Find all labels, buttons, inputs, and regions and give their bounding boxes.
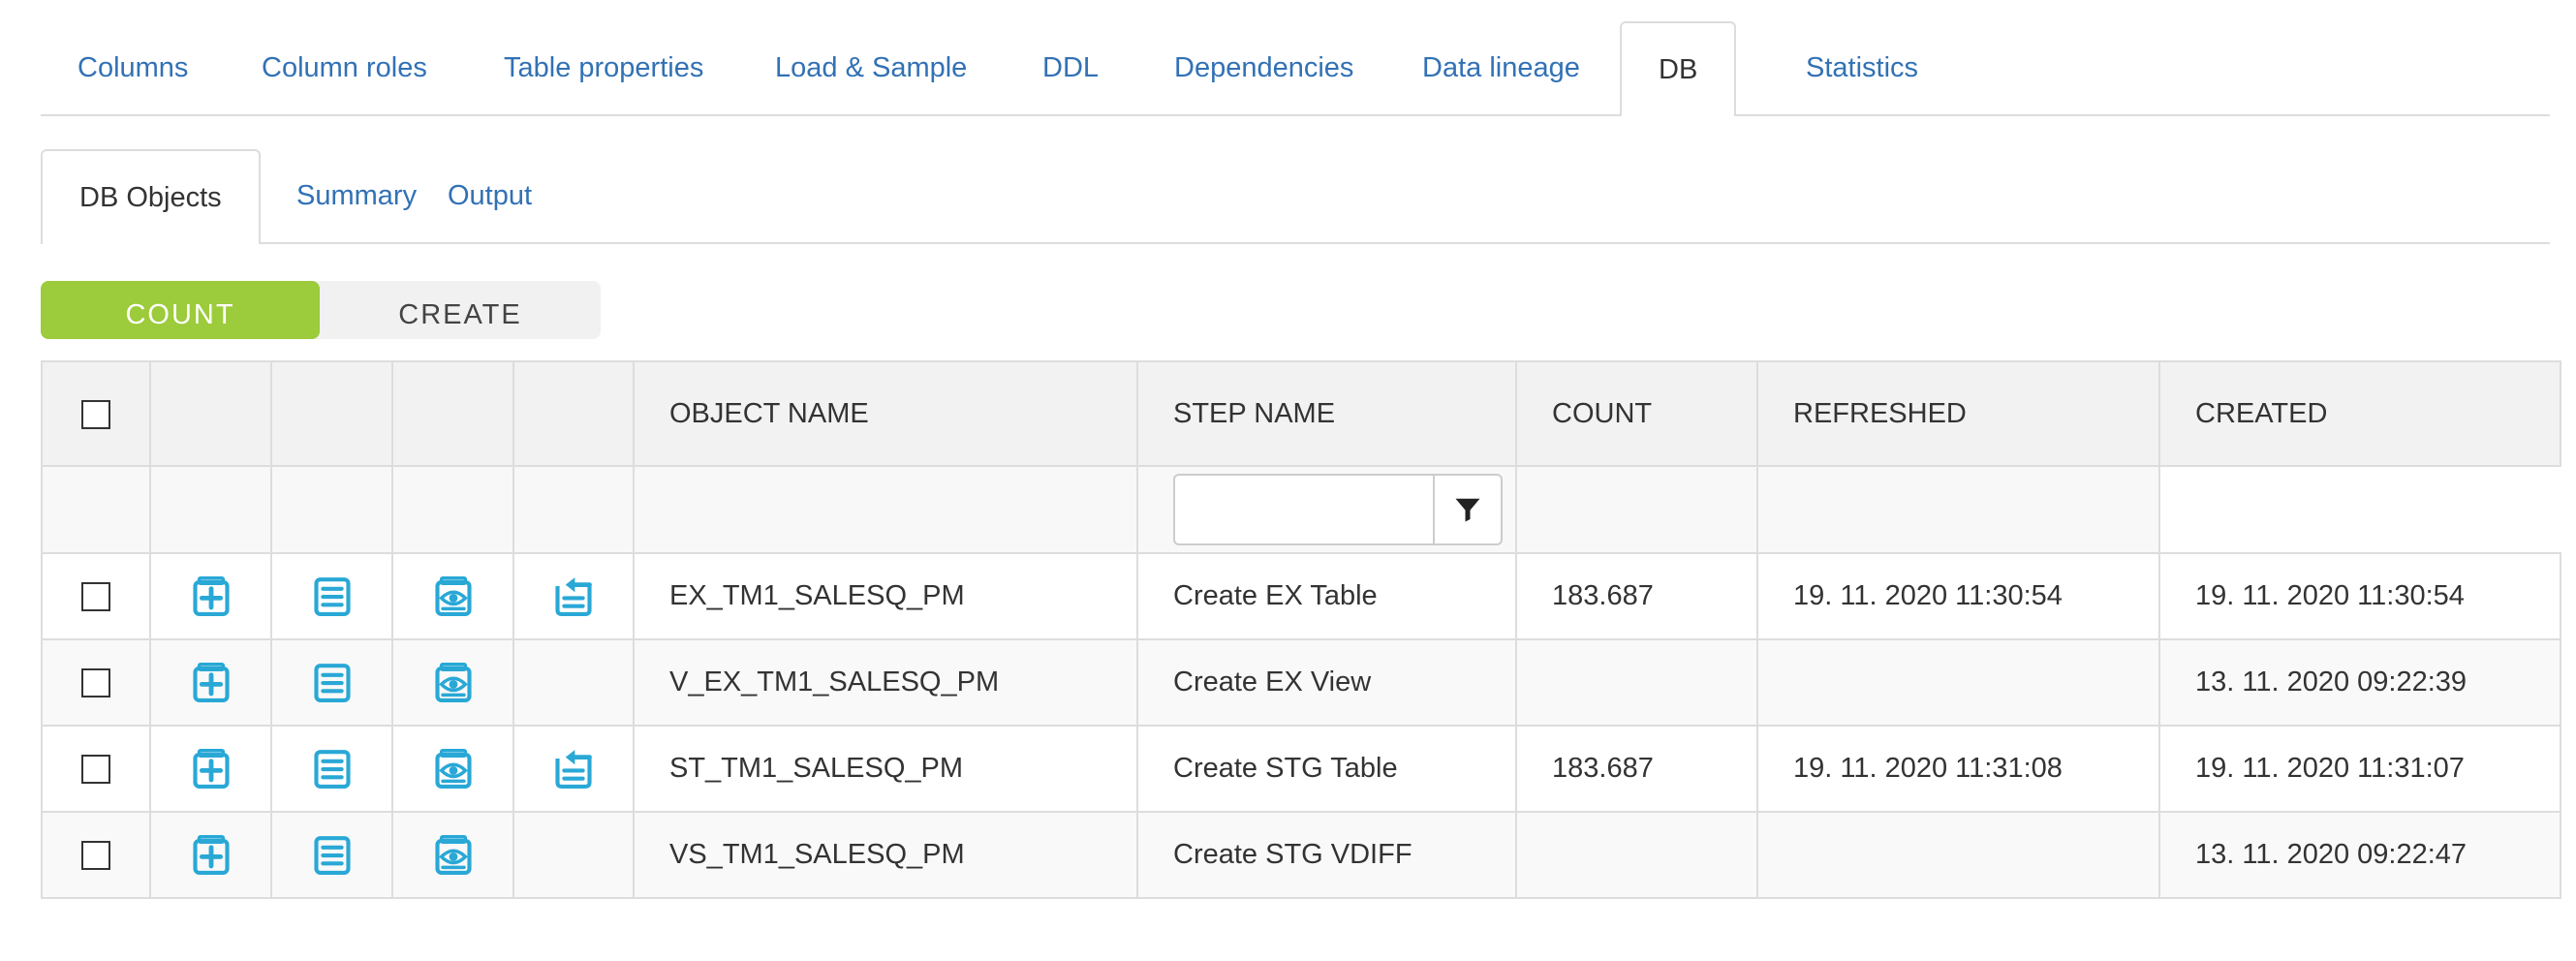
row-select-cell <box>41 638 151 727</box>
add-document-icon[interactable] <box>190 834 233 877</box>
add-document-icon[interactable] <box>190 662 233 704</box>
action-header <box>512 360 635 467</box>
list-document-icon[interactable] <box>311 748 354 790</box>
add-document-icon[interactable] <box>190 575 233 618</box>
row-select-cell <box>41 811 151 899</box>
load-action-cell <box>512 552 635 640</box>
tab-ddl[interactable]: DDL <box>1006 21 1135 114</box>
tab-dependencies[interactable]: Dependencies <box>1137 21 1390 114</box>
create-toggle-button[interactable]: CREATE <box>295 281 601 339</box>
count-header[interactable]: COUNT <box>1515 360 1758 467</box>
object-name-cell: VS_TM1_SALESQ_PM <box>633 811 1138 899</box>
table-row[interactable]: VS_TM1_SALESQ_PM Create STG VDIFF 13. 11. … <box>41 811 2561 899</box>
step-name-filter-input[interactable] <box>1173 474 1435 545</box>
table-row[interactable]: EX_TM1_SALESQ_PM Create EX Table 183.687 19… <box>41 552 2561 640</box>
count-cell <box>1515 811 1758 899</box>
refreshed-cell: 19. 11. 2020 11:30:54 <box>1756 552 2160 640</box>
row-checkbox[interactable] <box>81 755 110 785</box>
created-cell: 19. 11. 2020 11:31:07 <box>2158 725 2561 813</box>
count-cell: 183.687 <box>1515 552 1758 640</box>
preview-action-cell <box>391 638 514 727</box>
tab-output[interactable]: Output <box>411 149 569 242</box>
tab-db[interactable]: DB <box>1620 21 1737 116</box>
header-row: OBJECT NAME STEP NAME COUNT REFRESHED CR… <box>41 360 2561 467</box>
tab-data-lineage[interactable]: Data lineage <box>1385 21 1617 114</box>
tab-statistics[interactable]: Statistics <box>1769 21 1955 114</box>
load-action-cell <box>512 725 635 813</box>
load-action-cell <box>512 811 635 899</box>
detail-action-cell <box>270 552 393 640</box>
detail-action-cell <box>270 638 393 727</box>
tab-columns[interactable]: Columns <box>41 21 225 114</box>
select-all-checkbox[interactable] <box>81 399 110 429</box>
refreshed-cell: 19. 11. 2020 11:31:08 <box>1756 725 2160 813</box>
row-checkbox[interactable] <box>81 668 110 698</box>
action-header <box>270 360 393 467</box>
sub-tab-bar: DB Objects Summary Output <box>41 149 2550 244</box>
preview-action-cell <box>391 725 514 813</box>
create-action-cell <box>149 725 272 813</box>
import-arrow-icon[interactable] <box>552 748 595 790</box>
action-header <box>391 360 514 467</box>
created-cell: 19. 11. 2020 11:30:54 <box>2158 552 2561 640</box>
object-name-header[interactable]: OBJECT NAME <box>633 360 1138 467</box>
table-row[interactable]: V_EX_TM1_SALESQ_PM Create EX View 13. 11. … <box>41 638 2561 727</box>
count-cell: 183.687 <box>1515 725 1758 813</box>
select-all-cell <box>41 360 151 467</box>
eye-document-icon[interactable] <box>432 834 475 877</box>
tab-table-properties[interactable]: Table properties <box>467 21 740 114</box>
tab-db-objects[interactable]: DB Objects <box>41 149 261 244</box>
created-header[interactable]: CREATED <box>2158 360 2561 467</box>
table-row[interactable]: ST_TM1_SALESQ_PM Create STG Table 183.687 1… <box>41 725 2561 813</box>
preview-action-cell <box>391 552 514 640</box>
detail-action-cell <box>270 725 393 813</box>
row-checkbox[interactable] <box>81 582 110 612</box>
object-name-cell: EX_TM1_SALESQ_PM <box>633 552 1138 640</box>
list-document-icon[interactable] <box>311 834 354 877</box>
created-cell: 13. 11. 2020 09:22:39 <box>2158 638 2561 727</box>
row-select-cell <box>41 725 151 813</box>
row-select-cell <box>41 552 151 640</box>
step-name-cell: Create STG Table <box>1136 725 1517 813</box>
object-name-cell: ST_TM1_SALESQ_PM <box>633 725 1138 813</box>
created-cell: 13. 11. 2020 09:22:47 <box>2158 811 2561 899</box>
eye-document-icon[interactable] <box>432 748 475 790</box>
db-objects-table: OBJECT NAME STEP NAME COUNT REFRESHED CR… <box>41 360 2561 899</box>
filter-row <box>41 465 2560 554</box>
refreshed-cell <box>1756 811 2160 899</box>
main-tab-bar: Columns Column roles Table properties Lo… <box>41 21 2550 116</box>
load-action-cell <box>512 638 635 727</box>
create-action-cell <box>149 552 272 640</box>
tab-column-roles[interactable]: Column roles <box>225 21 464 114</box>
filter-button[interactable] <box>1433 474 1503 545</box>
refreshed-header[interactable]: REFRESHED <box>1756 360 2160 467</box>
list-document-icon[interactable] <box>311 575 354 618</box>
preview-action-cell <box>391 811 514 899</box>
detail-action-cell <box>270 811 393 899</box>
count-create-toggle: CREATE COUNT <box>41 281 601 339</box>
refreshed-cell <box>1756 638 2160 727</box>
list-document-icon[interactable] <box>311 662 354 704</box>
count-cell <box>1515 638 1758 727</box>
step-name-cell: Create EX Table <box>1136 552 1517 640</box>
row-checkbox[interactable] <box>81 841 110 871</box>
step-name-cell: Create STG VDIFF <box>1136 811 1517 899</box>
create-action-cell <box>149 811 272 899</box>
create-action-cell <box>149 638 272 727</box>
add-document-icon[interactable] <box>190 748 233 790</box>
count-toggle-button[interactable]: COUNT <box>41 281 320 339</box>
step-name-filter-cell <box>1136 465 1517 554</box>
eye-document-icon[interactable] <box>432 662 475 704</box>
step-name-cell: Create EX View <box>1136 638 1517 727</box>
funnel-filter-icon <box>1455 498 1480 522</box>
import-arrow-icon[interactable] <box>552 575 595 618</box>
eye-document-icon[interactable] <box>432 575 475 618</box>
action-header <box>149 360 272 467</box>
step-name-header[interactable]: STEP NAME <box>1136 360 1517 467</box>
object-name-cell: V_EX_TM1_SALESQ_PM <box>633 638 1138 727</box>
tab-load-sample[interactable]: Load & Sample <box>738 21 1004 114</box>
